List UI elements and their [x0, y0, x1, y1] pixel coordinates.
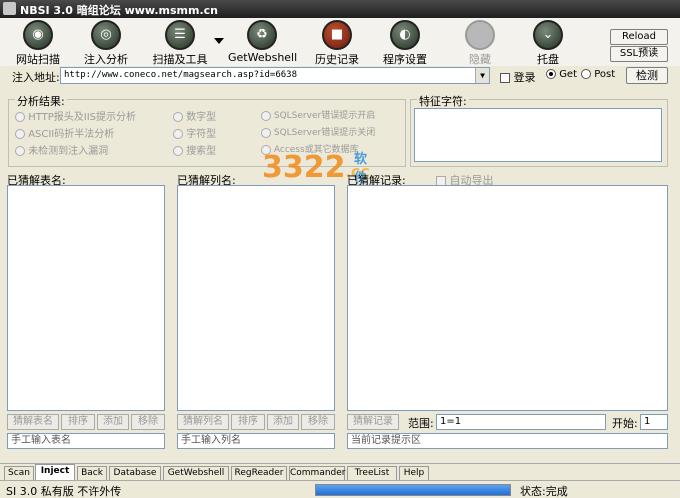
- title-bar: NBSI 3.0 暗组论坛 www.msmm.cn: [0, 0, 680, 18]
- feature-title: 特征字符:: [417, 93, 469, 109]
- toolbar: ◉ 网站扫描 ◎ 注入分析 ☰ 扫描及工具 ♻ GetWebshell ■ 历史…: [0, 18, 680, 66]
- status-left: SI 3.0 私有版 不许外传: [6, 485, 122, 498]
- record-hint-area: 当前记录提示区: [347, 433, 668, 449]
- remove-column-button[interactable]: 移除: [301, 414, 335, 430]
- feature-group: 特征字符:: [410, 93, 668, 167]
- radio-circle: [546, 69, 556, 79]
- manual-column-input[interactable]: 手工输入列名: [177, 433, 335, 449]
- add-column-button[interactable]: 添加: [267, 414, 299, 430]
- speaker-icon: ◐: [390, 20, 420, 50]
- window-title: NBSI 3.0 暗组论坛 www.msmm.cn: [20, 4, 219, 17]
- tab-regreader[interactable]: RegReader: [231, 466, 287, 481]
- option-search[interactable]: 搜索型: [173, 142, 216, 157]
- tab-commander[interactable]: Commander: [289, 466, 346, 481]
- eye-icon: ◎: [91, 20, 121, 50]
- add-table-button[interactable]: 添加: [97, 414, 129, 430]
- progress-bar: [315, 484, 511, 496]
- feature-textarea[interactable]: [414, 108, 662, 162]
- progress-fill: [316, 485, 510, 495]
- tab-help[interactable]: Help: [399, 466, 429, 481]
- option-numeric[interactable]: 数字型: [173, 108, 216, 123]
- post-radio[interactable]: Post: [581, 69, 615, 80]
- option-http-header[interactable]: HTTP报头及IIS提示分析: [15, 108, 136, 123]
- url-label: 注入地址:: [12, 71, 60, 84]
- getwebshell-button[interactable]: ♻ GetWebshell: [228, 20, 297, 66]
- option-sqlserver-error-off[interactable]: SQLServer错误提示关闭: [261, 125, 375, 138]
- option-ascii-binary[interactable]: ASCII码折半法分析: [15, 125, 114, 140]
- option-string[interactable]: 字符型: [173, 125, 216, 140]
- url-input[interactable]: http://www.coneco.net/magsearch.asp?id=6…: [60, 67, 490, 84]
- sort-tables-button[interactable]: 排序: [61, 414, 95, 430]
- range-input[interactable]: 1=1: [436, 414, 606, 430]
- manual-table-input[interactable]: 手工输入表名: [7, 433, 165, 449]
- scan-tools-button[interactable]: ☰ 扫描及工具: [148, 20, 212, 66]
- chevron-down-icon[interactable]: ▼: [475, 68, 489, 83]
- stop-icon: ■: [322, 20, 352, 50]
- start-label: 开始:: [612, 417, 638, 430]
- guess-tables-button[interactable]: 猜解表名: [7, 414, 59, 430]
- remove-table-button[interactable]: 移除: [131, 414, 165, 430]
- status-state: 状态:完成: [520, 485, 568, 498]
- tab-back[interactable]: Back: [77, 466, 107, 481]
- tab-scan[interactable]: Scan: [4, 466, 34, 481]
- recycle-icon: ♻: [247, 20, 277, 50]
- bottom-tabs: Scan Inject Back Database GetWebshell Re…: [0, 463, 680, 481]
- chevron-down-icon[interactable]: [214, 38, 224, 44]
- radio-circle: [581, 69, 591, 79]
- circle-icon: [465, 20, 495, 50]
- checkbox-box: [500, 73, 510, 83]
- sort-columns-button[interactable]: 排序: [231, 414, 265, 430]
- reload-button[interactable]: Reload: [610, 29, 668, 45]
- status-bar: SI 3.0 私有版 不许外传 状态:完成: [0, 480, 680, 498]
- tab-treelist[interactable]: TreeList: [347, 466, 397, 481]
- option-sqlserver-error-on[interactable]: SQLServer错误提示开启: [261, 108, 375, 121]
- analysis-title: 分析结果:: [15, 93, 67, 109]
- detect-button[interactable]: 检测: [626, 67, 668, 84]
- chevron-down-icon: ⌄: [533, 20, 563, 50]
- url-row: 注入地址: http://www.coneco.net/magsearch.as…: [0, 66, 680, 86]
- range-label: 范围:: [408, 417, 434, 430]
- settings-button[interactable]: ◐ 程序设置: [380, 20, 430, 66]
- history-button[interactable]: ■ 历史记录: [312, 20, 362, 66]
- globe-icon: ◉: [23, 20, 53, 50]
- inject-analysis-button[interactable]: ◎ 注入分析: [78, 20, 134, 66]
- records-list[interactable]: [347, 185, 668, 411]
- guess-columns-button[interactable]: 猜解列名: [177, 414, 229, 430]
- tab-inject[interactable]: Inject: [35, 464, 75, 481]
- hide-button[interactable]: 隐藏: [456, 20, 504, 66]
- guess-records-button[interactable]: 猜解记录: [347, 414, 399, 430]
- columns-list[interactable]: [177, 185, 335, 411]
- tab-database[interactable]: Database: [109, 466, 161, 481]
- option-no-injection[interactable]: 未检测到注入漏洞: [15, 142, 108, 157]
- tables-list[interactable]: [7, 185, 165, 411]
- tray-button[interactable]: ⌄ 托盘: [524, 20, 572, 66]
- scan-site-button[interactable]: ◉ 网站扫描: [10, 20, 66, 66]
- app-icon: [3, 2, 16, 15]
- tab-getwebshell[interactable]: GetWebshell: [163, 466, 229, 481]
- start-input[interactable]: 1: [640, 414, 668, 430]
- get-radio[interactable]: Get: [546, 69, 577, 80]
- login-checkbox[interactable]: 登录: [500, 69, 536, 85]
- menu-icon: ☰: [165, 20, 195, 50]
- ssl-preread-button[interactable]: SSL预读: [610, 46, 668, 62]
